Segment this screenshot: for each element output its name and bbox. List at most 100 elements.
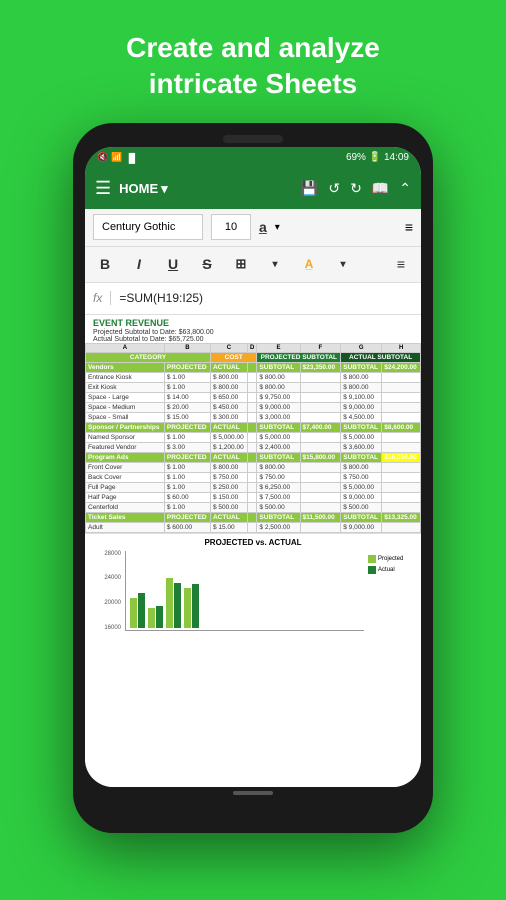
chart-container: 28000 24000 20000 16000	[93, 551, 413, 631]
status-battery: 69% 🔋 14:09	[346, 152, 409, 163]
wifi-icon: 📶	[111, 152, 122, 163]
book-icon[interactable]: 📖	[372, 180, 389, 197]
bar-group-3	[166, 578, 181, 628]
bar-projected-3	[166, 578, 173, 628]
status-icons-left: 🔇 📶 ▐▌	[97, 152, 138, 163]
vendors-proj-value: $23,350.00	[300, 362, 341, 372]
col-b-header: B	[164, 343, 210, 352]
signal-icon: ▐▌	[125, 153, 138, 163]
collapse-icon[interactable]: ⌃	[399, 180, 411, 197]
legend-actual-box	[368, 566, 376, 574]
font-size-input[interactable]: 10	[211, 214, 251, 240]
col-f-header: F	[300, 343, 341, 352]
phone-notch	[85, 135, 421, 143]
save-icon[interactable]: 💾	[301, 180, 318, 197]
legend-projected: Projected	[368, 555, 413, 563]
table-row: Half Page $ 60.00 $ 150.00 $ 7,500.00 $ …	[86, 492, 421, 502]
app-header: Create and analyze intricate Sheets	[106, 0, 400, 123]
toolbar-actions: 💾 ↺ ↻ 📖 ⌃	[301, 180, 411, 197]
italic-button[interactable]: I	[127, 256, 151, 272]
table-row: Space - Large $ 14.00 $ 650.00 $ 9,750.0…	[86, 392, 421, 402]
col-a-header: A	[86, 343, 165, 352]
main-toolbar: ☰ HOME ▾ 💾 ↺ ↻ 📖 ⌃	[85, 169, 421, 209]
table-row: Full Page $ 1.00 $ 250.00 $ 6,250.00 $ 5…	[86, 482, 421, 492]
fx-label: fx	[93, 291, 111, 305]
spreadsheet-area[interactable]: EVENT REVENUE Projected Subtotal to Date…	[85, 315, 421, 787]
home-dropdown[interactable]: HOME ▾	[119, 181, 168, 197]
col-e-header: E	[257, 343, 300, 352]
y-label-1: 16000	[93, 625, 121, 631]
category-header: CATEGORY	[86, 352, 211, 362]
bar-actual-2	[156, 606, 163, 628]
legend-proj-label: Projected	[378, 556, 403, 562]
vendors-subtotal-label: SUBTOTAL	[257, 362, 300, 372]
border-icon[interactable]: ⊞	[229, 256, 253, 272]
vendors-subtotal-label2: SUBTOTAL	[341, 362, 382, 372]
underline-button[interactable]: U	[161, 256, 185, 272]
program-section-row: Program Ads PROJECTED ACTUAL SUBTOTAL $1…	[86, 452, 421, 462]
header-line1: Create and analyze	[126, 32, 380, 63]
ticket-section-row: Ticket Sales PROJECTED ACTUAL SUBTOTAL $…	[86, 512, 421, 522]
bar-actual-1	[138, 593, 145, 628]
phone-frame: 🔇 📶 ▐▌ 69% 🔋 14:09 ☰ HOME ▾ 💾 ↺ ↻ 📖 ⌃	[73, 123, 433, 833]
redo-icon[interactable]: ↻	[350, 180, 362, 197]
vendors-label: Vendors	[86, 362, 165, 372]
table-row: Back Cover $ 1.00 $ 750.00 $ 750.00 $ 75…	[86, 472, 421, 482]
status-bar: 🔇 📶 ▐▌ 69% 🔋 14:09	[85, 147, 421, 169]
table-row: Adult $ 600.00 $ 15.00 $ 2,500.00 $ 9,00…	[86, 522, 421, 532]
table-row: Front Cover $ 1.00 $ 800.00 $ 800.00 $ 8…	[86, 462, 421, 472]
highlight-button[interactable]: A̲	[297, 257, 321, 271]
bar-group-2	[148, 606, 163, 628]
col-h-header: H	[382, 343, 421, 352]
fill-color-dropdown[interactable]: ▾	[263, 259, 287, 270]
strikethrough-button[interactable]: S	[195, 256, 219, 272]
home-pill	[233, 791, 273, 795]
bar-group-1	[130, 593, 145, 628]
format-toolbar: B I U S ⊞ ▾ A̲ ▾ ≡	[85, 247, 421, 283]
chart-legend: Projected Actual	[368, 551, 413, 631]
table-row: Space - Medium $ 20.00 $ 450.00 $ 9,000.…	[86, 402, 421, 412]
table-row: Space - Small $ 15.00 $ 300.00 $ 3,000.0…	[86, 412, 421, 422]
font-toolbar: Century Gothic 10 a ▾ ≡	[85, 209, 421, 247]
data-table: A B C D E F G H CATEGORY COST PROJECTED …	[85, 343, 421, 533]
chart-title: PROJECTED vs. ACTUAL	[93, 538, 413, 547]
vendors-projected: PROJECTED	[164, 362, 210, 372]
projected-header: PROJECTED SUBTOTAL	[257, 352, 341, 362]
chart-bars	[125, 551, 364, 631]
table-row: Entrance Kiosk $ 1.00 $ 800.00 $ 800.00 …	[86, 372, 421, 382]
table-row: Centerfold $ 1.00 $ 500.00 $ 500.00 $ 50…	[86, 502, 421, 512]
table-row: Exit Kiosk $ 1.00 $ 800.00 $ 800.00 $ 80…	[86, 382, 421, 392]
align-icon[interactable]: ≡	[405, 219, 413, 235]
chart-y-axis: 28000 24000 20000 16000	[93, 551, 121, 631]
y-label-2: 20000	[93, 600, 121, 606]
home-indicator	[85, 791, 421, 795]
text-align-icon[interactable]: ≡	[389, 256, 413, 272]
font-color-dropdown[interactable]: ▾	[275, 222, 280, 233]
highlight-dropdown[interactable]: ▾	[331, 259, 355, 270]
menu-icon[interactable]: ☰	[95, 178, 111, 199]
bold-button[interactable]: B	[93, 256, 117, 272]
col-c-header: C	[210, 343, 247, 352]
undo-icon[interactable]: ↺	[328, 180, 340, 197]
bar-group-4	[184, 584, 199, 628]
vendors-actual: ACTUAL	[210, 362, 247, 372]
volume-icon: 🔇	[97, 152, 108, 163]
sheet-title: EVENT REVENUE	[85, 315, 421, 329]
font-name-input[interactable]: Century Gothic	[93, 214, 203, 240]
y-label-4: 28000	[93, 551, 121, 557]
formula-content[interactable]: =SUM(H19:I25)	[119, 291, 203, 305]
sponsor-section-row: Sponsor / Partnerships PROJECTED ACTUAL …	[86, 422, 421, 432]
table-row: Featured Vendor $ 3.00 $ 1,200.00 $ 2,40…	[86, 442, 421, 452]
y-label-3: 24000	[93, 575, 121, 581]
bar-actual-4	[192, 584, 199, 628]
col-g-header: G	[341, 343, 382, 352]
col-d-header: D	[247, 343, 257, 352]
vendors-blank	[247, 362, 257, 372]
formula-bar: fx =SUM(H19:I25)	[85, 283, 421, 315]
chart-area: PROJECTED vs. ACTUAL 28000 24000 20000 1…	[85, 533, 421, 635]
legend-proj-box	[368, 555, 376, 563]
projected-subtotal: Projected Subtotal to Date: $63,800.00	[85, 329, 421, 336]
header-line2: intricate Sheets	[149, 68, 358, 99]
legend-actual: Actual	[368, 566, 413, 574]
font-underline-indicator: a	[259, 219, 267, 235]
